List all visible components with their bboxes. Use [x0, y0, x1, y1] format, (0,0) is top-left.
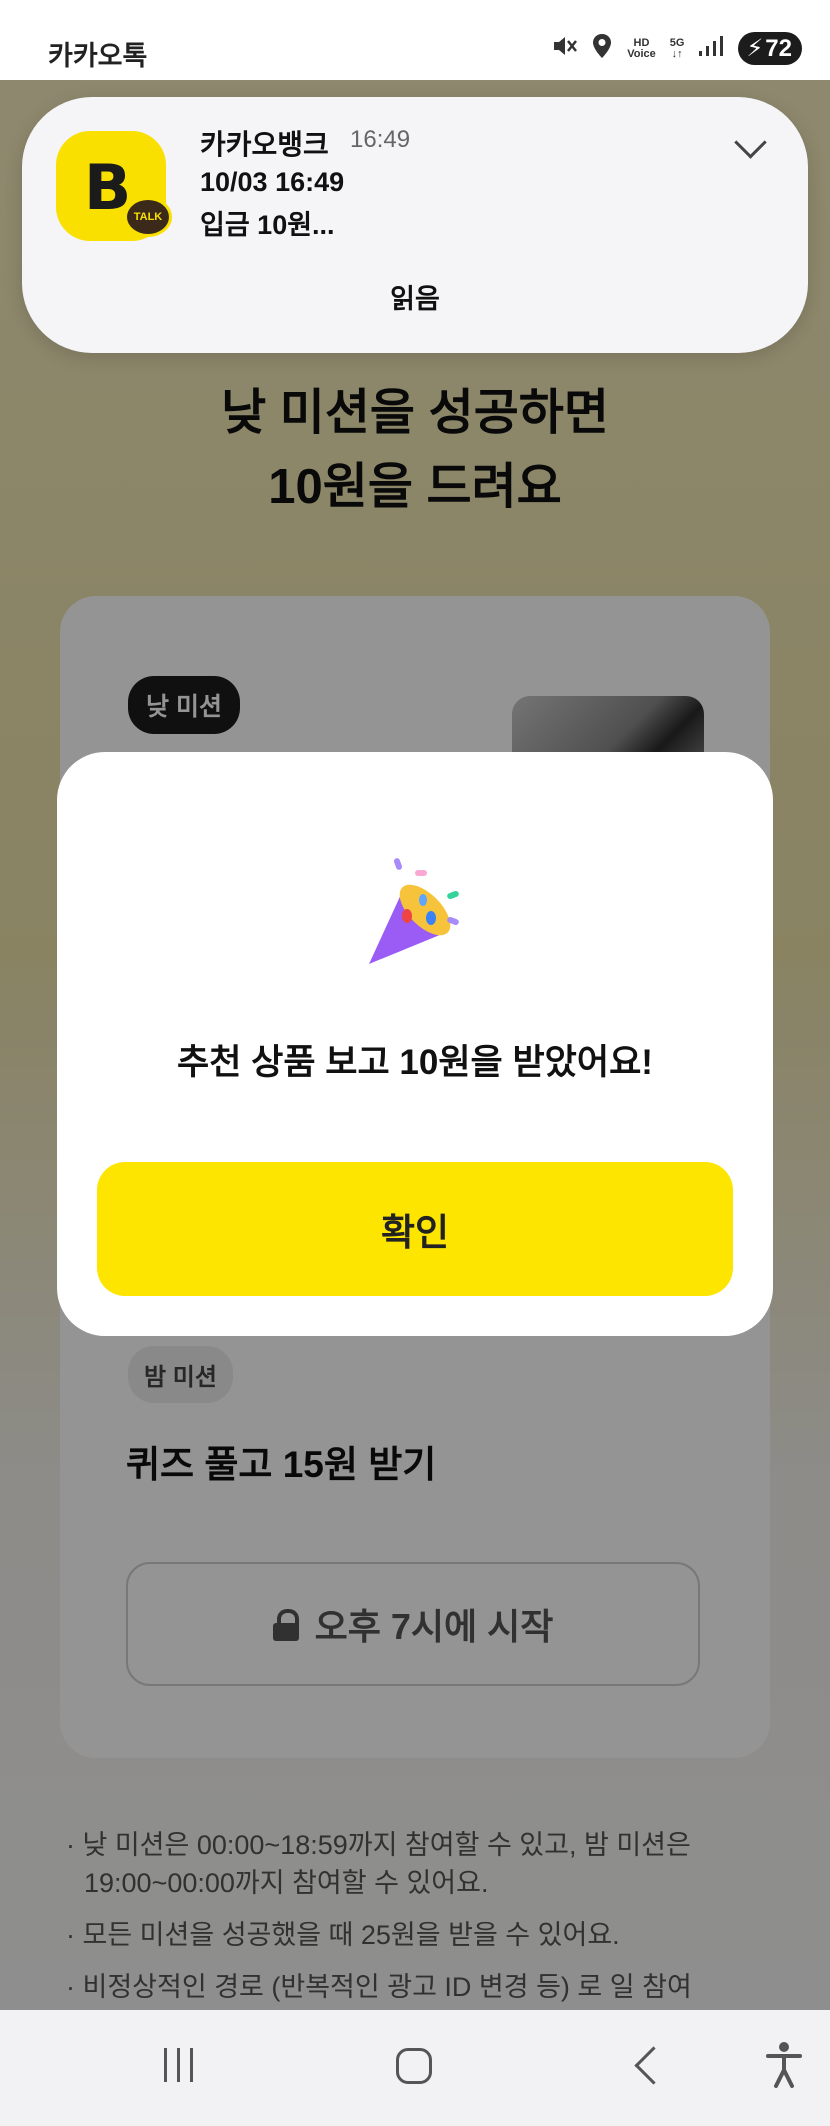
reward-modal: 추천 상품 보고 10원을 받았어요! 확인 — [57, 752, 773, 1336]
chevron-down-icon[interactable] — [734, 126, 767, 159]
notification-line-1: 10/03 16:49 — [200, 167, 345, 197]
talk-badge: TALK — [124, 197, 172, 237]
party-popper-icon — [369, 858, 459, 964]
back-icon[interactable] — [634, 2046, 673, 2085]
status-bar: 카카오톡 HD Voice 5G ↓↑ ⚡ 72 — [0, 0, 830, 80]
reward-message: 추천 상품 보고 10원을 받았어요! — [177, 1043, 653, 1082]
accessibility-icon[interactable] — [764, 2040, 804, 2090]
battery-charging-icon: ⚡ 72 — [738, 32, 802, 65]
notification-sender: 카카오뱅크 — [200, 129, 329, 160]
mute-icon — [551, 33, 578, 65]
notification-time: 16:49 — [350, 126, 411, 153]
signal-icon — [698, 35, 724, 63]
battery-level: 72 — [765, 34, 792, 62]
kakaobank-app-icon: B TALK — [56, 131, 172, 241]
hd-voice-icon: HD Voice — [627, 36, 656, 60]
5g-icon: 5G ↓↑ — [669, 36, 685, 60]
location-icon — [591, 33, 613, 65]
network-label: 5G — [669, 36, 685, 49]
status-app-name: 카카오톡 — [48, 41, 148, 71]
status-icons: HD Voice 5G ↓↑ ⚡ 72 — [551, 32, 802, 65]
home-icon[interactable] — [396, 2048, 432, 2084]
system-nav-bar — [0, 2010, 830, 2126]
app-screen: 낮 미션을 성공하면 10원을 드려요 낮 미션 밤 미션 퀴즈 풀고 15원 … — [0, 0, 830, 2126]
voice-label: Voice — [627, 47, 656, 60]
hd-label: HD — [633, 36, 650, 49]
confirm-button[interactable]: 확인 — [97, 1162, 733, 1296]
kakaobank-notification[interactable]: B TALK 카카오뱅크 16:49 10/03 16:49 입금 10원...… — [22, 97, 808, 353]
recents-icon[interactable] — [164, 2048, 193, 2082]
notification-read-action[interactable]: 읽음 — [22, 277, 808, 316]
notification-line-2: 입금 10원... — [200, 210, 335, 240]
